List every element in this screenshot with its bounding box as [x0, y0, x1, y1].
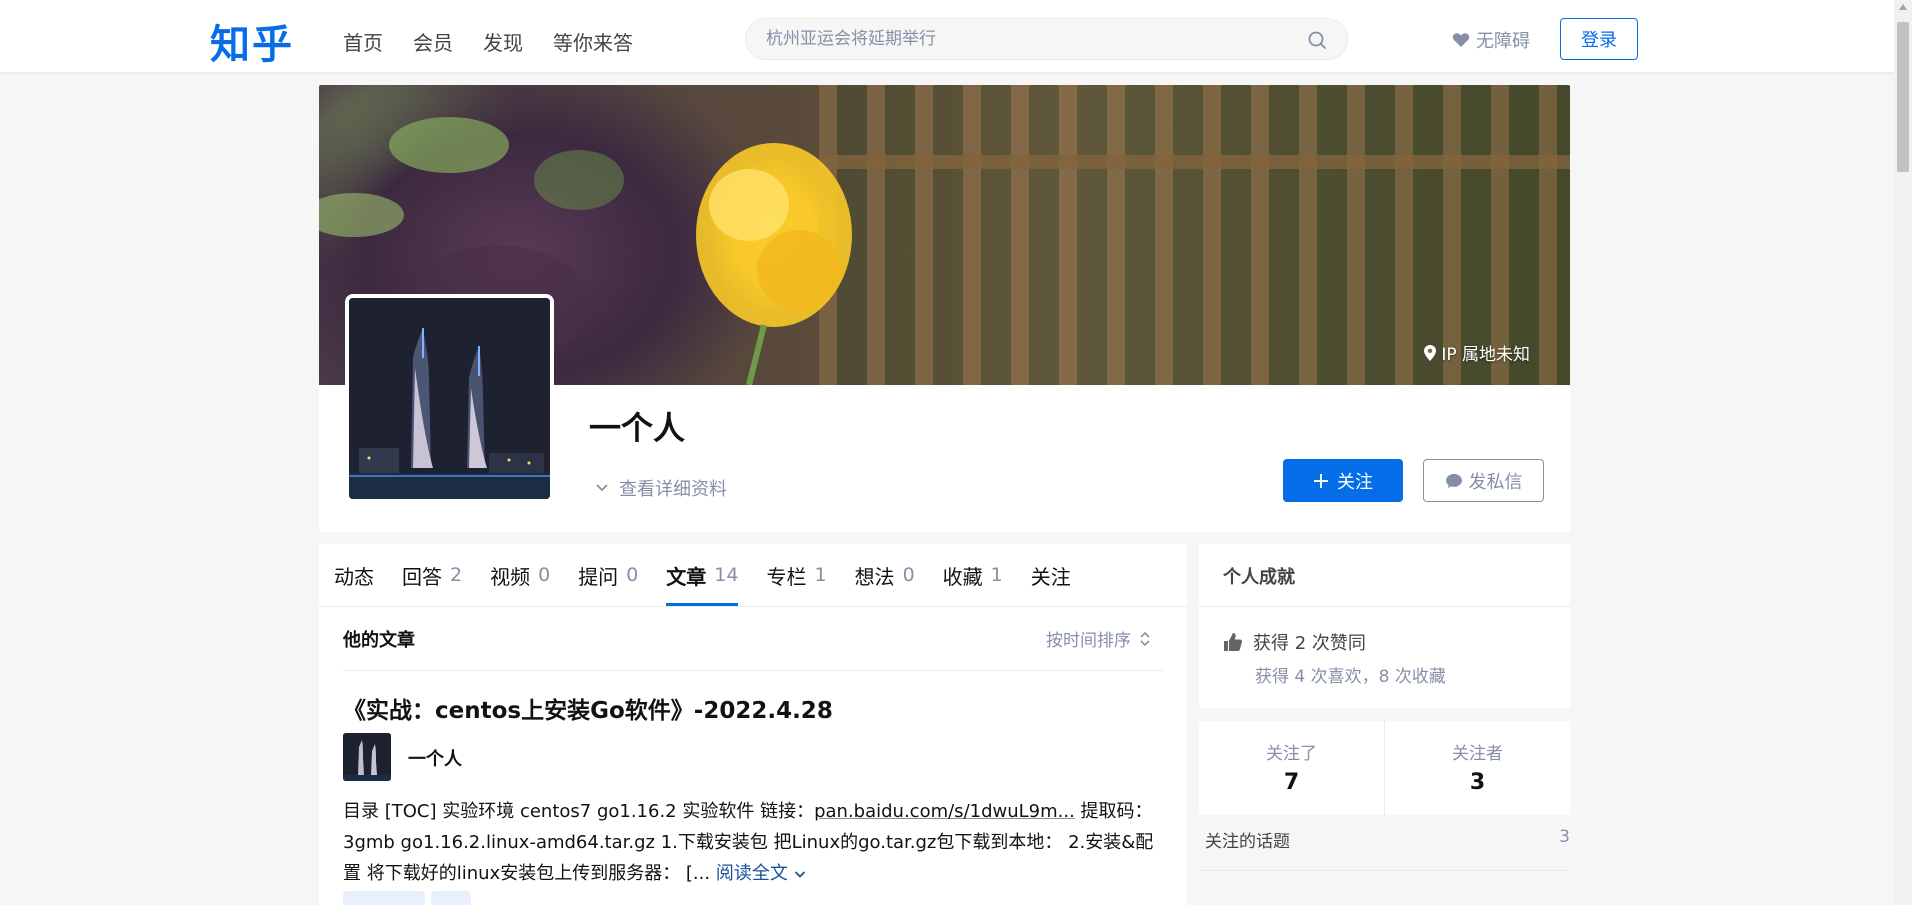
- tab-label: 回答: [402, 564, 442, 589]
- tab-pins[interactable]: 想法 0: [855, 544, 915, 606]
- main-content: 动态 回答 2 视频 0 提问 0 文章 14 专栏 1 想法 0 收藏 1 关注 他的文章 …: [319, 544, 1187, 905]
- nav-vip[interactable]: 会员: [413, 27, 453, 56]
- follow-label: 关注: [1337, 471, 1373, 493]
- tab-count: 0: [626, 564, 639, 586]
- ip-location: IP 属地未知: [1424, 340, 1530, 365]
- followers-count: 3: [1469, 770, 1486, 795]
- thumbs-up-icon: [1224, 633, 1242, 651]
- section-divider: [343, 670, 1163, 671]
- chevron-down-icon: [596, 484, 608, 492]
- send-message-label: 发私信: [1468, 471, 1523, 493]
- nav-home[interactable]: 首页: [343, 27, 383, 56]
- view-details-link[interactable]: 查看详细资料: [595, 475, 727, 501]
- accessibility-label: 无障碍: [1476, 31, 1530, 52]
- profile-tabs: 动态 回答 2 视频 0 提问 0 文章 14 专栏 1 想法 0 收藏 1 关注: [334, 544, 1071, 606]
- article-tag[interactable]: [431, 891, 471, 905]
- top-header: 知乎 首页 会员 发现 等你来答 无障碍 登录: [0, 0, 1894, 72]
- main-nav: 首页 会员 发现 等你来答: [343, 27, 633, 56]
- followers-label: 关注者: [1452, 744, 1503, 764]
- likes-row: 获得 2 次赞同: [1223, 629, 1366, 655]
- achievements-card: 个人成就 获得 2 次赞同 获得 4 次喜欢，8 次收藏: [1199, 544, 1570, 708]
- tab-columns[interactable]: 专栏 1: [766, 544, 826, 606]
- tab-collections[interactable]: 收藏 1: [943, 544, 1003, 606]
- tab-count: 0: [902, 564, 915, 586]
- tab-following[interactable]: 关注: [1031, 544, 1071, 606]
- following-label: 关注了: [1266, 744, 1317, 764]
- sort-arrows-icon: [1140, 631, 1150, 646]
- tab-label: 提问: [578, 564, 619, 589]
- tab-answers[interactable]: 回答 2: [402, 544, 462, 606]
- tab-count: 14: [714, 564, 739, 586]
- scroll-up-arrow-icon[interactable]: [1899, 4, 1907, 10]
- profile-avatar[interactable]: [345, 294, 554, 503]
- follow-button[interactable]: 关注: [1283, 459, 1403, 502]
- article-excerpt[interactable]: 目录 [TOC] 实验环境 centos7 go1.16.2 实验软件 链接：p…: [343, 796, 1163, 889]
- page-scrollbar[interactable]: [1894, 0, 1912, 905]
- author-avatar-image: [343, 733, 391, 781]
- send-message-button[interactable]: 发私信: [1423, 459, 1544, 502]
- scrollbar-thumb[interactable]: [1897, 22, 1909, 172]
- plus-icon: [1314, 473, 1328, 488]
- tab-count: 1: [814, 564, 827, 586]
- search-icon[interactable]: [1307, 30, 1327, 50]
- profile-card: IP 属地未知 一个人 查看详细资料 关注 发私信: [319, 85, 1570, 532]
- excerpt-link[interactable]: pan.baidu.com/s/1dwuL9m...: [814, 801, 1075, 822]
- chat-bubble-icon: [1445, 473, 1462, 488]
- followers-stat[interactable]: 关注者 3: [1385, 721, 1570, 815]
- achievements-title: 个人成就: [1223, 567, 1295, 588]
- ip-location-text: IP 属地未知: [1441, 345, 1530, 365]
- tab-label: 专栏: [766, 564, 807, 589]
- tab-videos[interactable]: 视频 0: [490, 544, 550, 606]
- tab-count: 0: [538, 564, 551, 586]
- heart-icon: [1452, 33, 1470, 47]
- topics-label: 关注的话题: [1205, 832, 1290, 852]
- tab-questions[interactable]: 提问 0: [578, 544, 638, 606]
- accessibility-toggle[interactable]: 无障碍: [1452, 27, 1530, 53]
- read-more-link[interactable]: 阅读全文: [716, 863, 806, 884]
- avatar-towers-image: [349, 298, 550, 499]
- excerpt-text-start: 目录 [TOC] 实验环境 centos7 go1.16.2 实验软件 链接：: [343, 801, 815, 822]
- tab-label: 收藏: [942, 564, 983, 589]
- tabs-divider: [319, 606, 1187, 607]
- sort-dropdown[interactable]: 按时间排序: [1046, 626, 1151, 651]
- author-name[interactable]: 一个人: [408, 745, 462, 771]
- author-avatar[interactable]: [343, 733, 391, 781]
- likes-text: 获得 2 次赞同: [1253, 633, 1366, 654]
- article-tag[interactable]: [343, 891, 425, 905]
- followed-topics-row[interactable]: 关注的话题 3: [1205, 827, 1570, 852]
- tab-label: 视频: [490, 564, 531, 589]
- following-stat[interactable]: 关注了 7: [1199, 721, 1384, 815]
- nav-waiting[interactable]: 等你来答: [553, 27, 633, 56]
- chevron-down-icon: [794, 871, 805, 878]
- tab-label: 文章: [666, 564, 707, 589]
- profile-name: 一个人: [589, 409, 686, 447]
- login-button[interactable]: 登录: [1560, 18, 1638, 60]
- section-title: 他的文章: [343, 630, 415, 651]
- zhihu-logo[interactable]: 知乎: [210, 12, 294, 70]
- sort-label: 按时间排序: [1046, 631, 1131, 651]
- topics-count: 3: [1559, 827, 1570, 847]
- tab-label: 关注: [1030, 564, 1071, 589]
- tab-label: 动态: [334, 564, 374, 589]
- tab-articles[interactable]: 文章 14: [666, 544, 739, 606]
- follow-stats-card: 关注了 7 关注者 3: [1199, 721, 1570, 815]
- tab-count: 1: [990, 564, 1003, 586]
- tab-activity[interactable]: 动态: [334, 544, 374, 606]
- read-more-label: 阅读全文: [715, 863, 788, 884]
- tab-count: 2: [450, 564, 463, 586]
- topics-divider: [1199, 870, 1570, 871]
- favorites-text: 获得 4 次喜欢，8 次收藏: [1255, 667, 1446, 687]
- achievements-divider: [1199, 606, 1570, 607]
- view-details-label: 查看详细资料: [619, 479, 727, 500]
- tab-label: 想法: [854, 564, 895, 589]
- article-title[interactable]: 《实战：centos上安装Go软件》-2022.4.28: [343, 691, 833, 725]
- search-box: [745, 18, 1348, 60]
- location-pin-icon: [1424, 344, 1437, 361]
- nav-discover[interactable]: 发现: [483, 27, 523, 56]
- search-input[interactable]: [766, 29, 1276, 49]
- following-count: 7: [1283, 770, 1300, 795]
